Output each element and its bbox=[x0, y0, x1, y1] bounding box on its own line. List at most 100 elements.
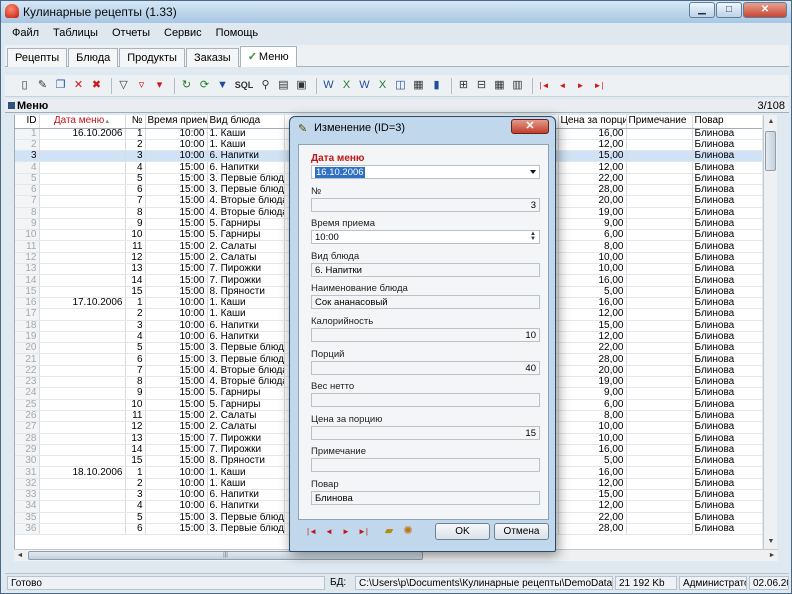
cancel-button[interactable]: Отмена bbox=[494, 523, 549, 540]
word-export-icon[interactable]: W bbox=[357, 78, 372, 93]
field-input-10[interactable]: Блинова bbox=[311, 491, 540, 505]
column-header[interactable]: № bbox=[125, 115, 146, 129]
refresh-icon[interactable]: ↻ bbox=[179, 78, 194, 93]
edit-icon[interactable]: ✎ bbox=[35, 78, 50, 93]
field-input-6[interactable]: 40 bbox=[311, 360, 540, 375]
clear-brush-icon[interactable]: ✺ bbox=[401, 524, 415, 538]
field-input-4[interactable]: Сок ананасовый bbox=[311, 295, 540, 310]
column-header[interactable]: ID bbox=[15, 115, 40, 129]
field-input-9[interactable] bbox=[311, 458, 540, 473]
table-cell: 15:00 bbox=[145, 207, 208, 219]
filter-remove-icon[interactable]: ▾ bbox=[152, 78, 167, 93]
table-cell: 6 bbox=[125, 523, 146, 536]
form-icon[interactable]: ▥ bbox=[510, 78, 525, 93]
nav-next-icon[interactable]: ► bbox=[340, 527, 352, 536]
scroll-down-icon[interactable]: ▼ bbox=[764, 535, 778, 549]
tab-4[interactable]: ✓ Меню bbox=[239, 46, 297, 67]
menu-item-2[interactable]: Отчеты bbox=[105, 25, 157, 41]
table-cell: 18.10.2006 bbox=[39, 466, 126, 479]
field-input-8[interactable]: 15 bbox=[311, 425, 540, 440]
table-cell: 17.10.2006 bbox=[39, 297, 126, 310]
tab-2[interactable]: Продукты bbox=[119, 48, 185, 67]
scroll-left-icon[interactable]: ◄ bbox=[14, 550, 26, 561]
copy-icon[interactable]: ❐ bbox=[53, 78, 68, 93]
field-input-0[interactable]: 16.10.2006 bbox=[311, 165, 540, 179]
binoculars-icon[interactable]: ⚲ bbox=[258, 78, 273, 93]
table-cell: 9 bbox=[125, 218, 146, 231]
field-input-2[interactable]: 10:00 ▲ ▼ bbox=[311, 230, 540, 245]
column-header[interactable]: Примечание bbox=[626, 115, 693, 129]
field-input-7[interactable] bbox=[311, 393, 540, 408]
minimize-button[interactable]: ▁ bbox=[689, 2, 715, 18]
field-input-3[interactable]: 6. Напитки bbox=[311, 262, 540, 277]
nav-first-icon[interactable]: |◄ bbox=[537, 78, 552, 93]
field-input-5[interactable]: 10 bbox=[311, 328, 540, 342]
toolbar-separator bbox=[316, 77, 317, 94]
new-doc-icon[interactable]: ▯ bbox=[17, 78, 32, 93]
scroll-right-icon[interactable]: ► bbox=[766, 550, 778, 561]
spin-arrows-icon[interactable]: ▲ ▼ bbox=[528, 231, 538, 243]
open-folder-icon[interactable]: ▰ bbox=[382, 524, 396, 538]
table-cell: 6. Напитки bbox=[207, 150, 285, 163]
menu-item-3[interactable]: Сервис bbox=[157, 25, 209, 41]
column-header[interactable]: Дата меню▲ bbox=[39, 115, 126, 129]
dialog-title-bar[interactable]: ✎ Изменение (ID=3) ✕ bbox=[290, 117, 555, 139]
delete-icon[interactable]: ✕ bbox=[71, 78, 86, 93]
table-icon[interactable]: ▦ bbox=[492, 78, 507, 93]
filter-apply-icon[interactable]: ▼ bbox=[215, 78, 230, 93]
title-bar[interactable]: Кулинарные рецепты (1.33) ▁ □ ✕ bbox=[1, 1, 791, 22]
hscroll-thumb[interactable]: ||| bbox=[28, 551, 423, 560]
table-cell bbox=[626, 161, 693, 174]
column-header[interactable]: Повар bbox=[692, 115, 762, 129]
scroll-thumb[interactable] bbox=[765, 131, 776, 171]
html-icon[interactable]: ◫ bbox=[393, 78, 408, 93]
excel-icon[interactable]: X bbox=[339, 78, 354, 93]
maximize-button[interactable]: □ bbox=[716, 2, 742, 18]
table-cell bbox=[626, 128, 693, 140]
nav-prev-icon[interactable]: ◄ bbox=[555, 78, 570, 93]
column-header[interactable]: Вид блюда bbox=[207, 115, 285, 129]
table-cell: 16,00 bbox=[558, 297, 627, 310]
table-cell: 4 bbox=[125, 161, 146, 174]
chart-icon[interactable]: ▮ bbox=[429, 78, 444, 93]
dialog-close-button[interactable]: ✕ bbox=[511, 119, 549, 134]
refresh-all-icon[interactable]: ⟳ bbox=[197, 78, 212, 93]
menu-item-0[interactable]: Файл bbox=[5, 25, 46, 41]
menu-item-4[interactable]: Помощь bbox=[209, 25, 266, 41]
table-cell: 12,00 bbox=[558, 478, 627, 491]
tab-0[interactable]: Рецепты bbox=[7, 48, 68, 67]
nav-last-icon[interactable]: ►| bbox=[591, 78, 606, 93]
tab-3[interactable]: Заказы bbox=[185, 48, 239, 67]
tab-1[interactable]: Блюда bbox=[68, 48, 119, 67]
report-icon[interactable]: ▦ bbox=[411, 78, 426, 93]
vertical-scrollbar[interactable]: ▲ ▼ bbox=[763, 115, 777, 549]
filter-icon[interactable]: ▽ bbox=[116, 78, 131, 93]
column-add-icon[interactable]: ⊞ bbox=[456, 78, 471, 93]
column-settings-icon[interactable]: ⊟ bbox=[474, 78, 489, 93]
table-cell: 15:00 bbox=[145, 195, 208, 208]
field-input-1[interactable]: 3 bbox=[311, 197, 540, 212]
scroll-up-icon[interactable]: ▲ bbox=[764, 115, 778, 129]
toolbar-separator bbox=[111, 77, 112, 94]
sql-icon[interactable]: SQL bbox=[233, 78, 255, 93]
nav-prev-icon[interactable]: ◄ bbox=[323, 527, 335, 536]
table-cell: Блинова bbox=[692, 376, 762, 389]
column-header[interactable]: Время приема bbox=[145, 115, 208, 129]
column-header[interactable]: Цена за порцию bbox=[558, 115, 627, 129]
print-icon[interactable]: ▤ bbox=[276, 78, 291, 93]
nav-last-icon[interactable]: ►| bbox=[357, 527, 369, 536]
excel-export-icon[interactable]: X bbox=[375, 78, 390, 93]
status-db-label: БД: bbox=[330, 577, 347, 588]
dropdown-arrow-icon[interactable] bbox=[530, 170, 536, 174]
menu-item-1[interactable]: Таблицы bbox=[46, 25, 105, 41]
table-cell: 10:00 bbox=[145, 331, 208, 344]
ok-button[interactable]: OK bbox=[435, 523, 490, 540]
nav-next-icon[interactable]: ► bbox=[573, 78, 588, 93]
word-icon[interactable]: W bbox=[321, 78, 336, 93]
filter-clear-icon[interactable]: ▿ bbox=[134, 78, 149, 93]
close-button[interactable]: ✕ bbox=[743, 2, 787, 18]
table-cell: 10:00 bbox=[145, 489, 208, 502]
delete-all-icon[interactable]: ✖ bbox=[89, 78, 104, 93]
print-preview-icon[interactable]: ▣ bbox=[294, 78, 309, 93]
nav-first-icon[interactable]: |◄ bbox=[306, 527, 318, 536]
